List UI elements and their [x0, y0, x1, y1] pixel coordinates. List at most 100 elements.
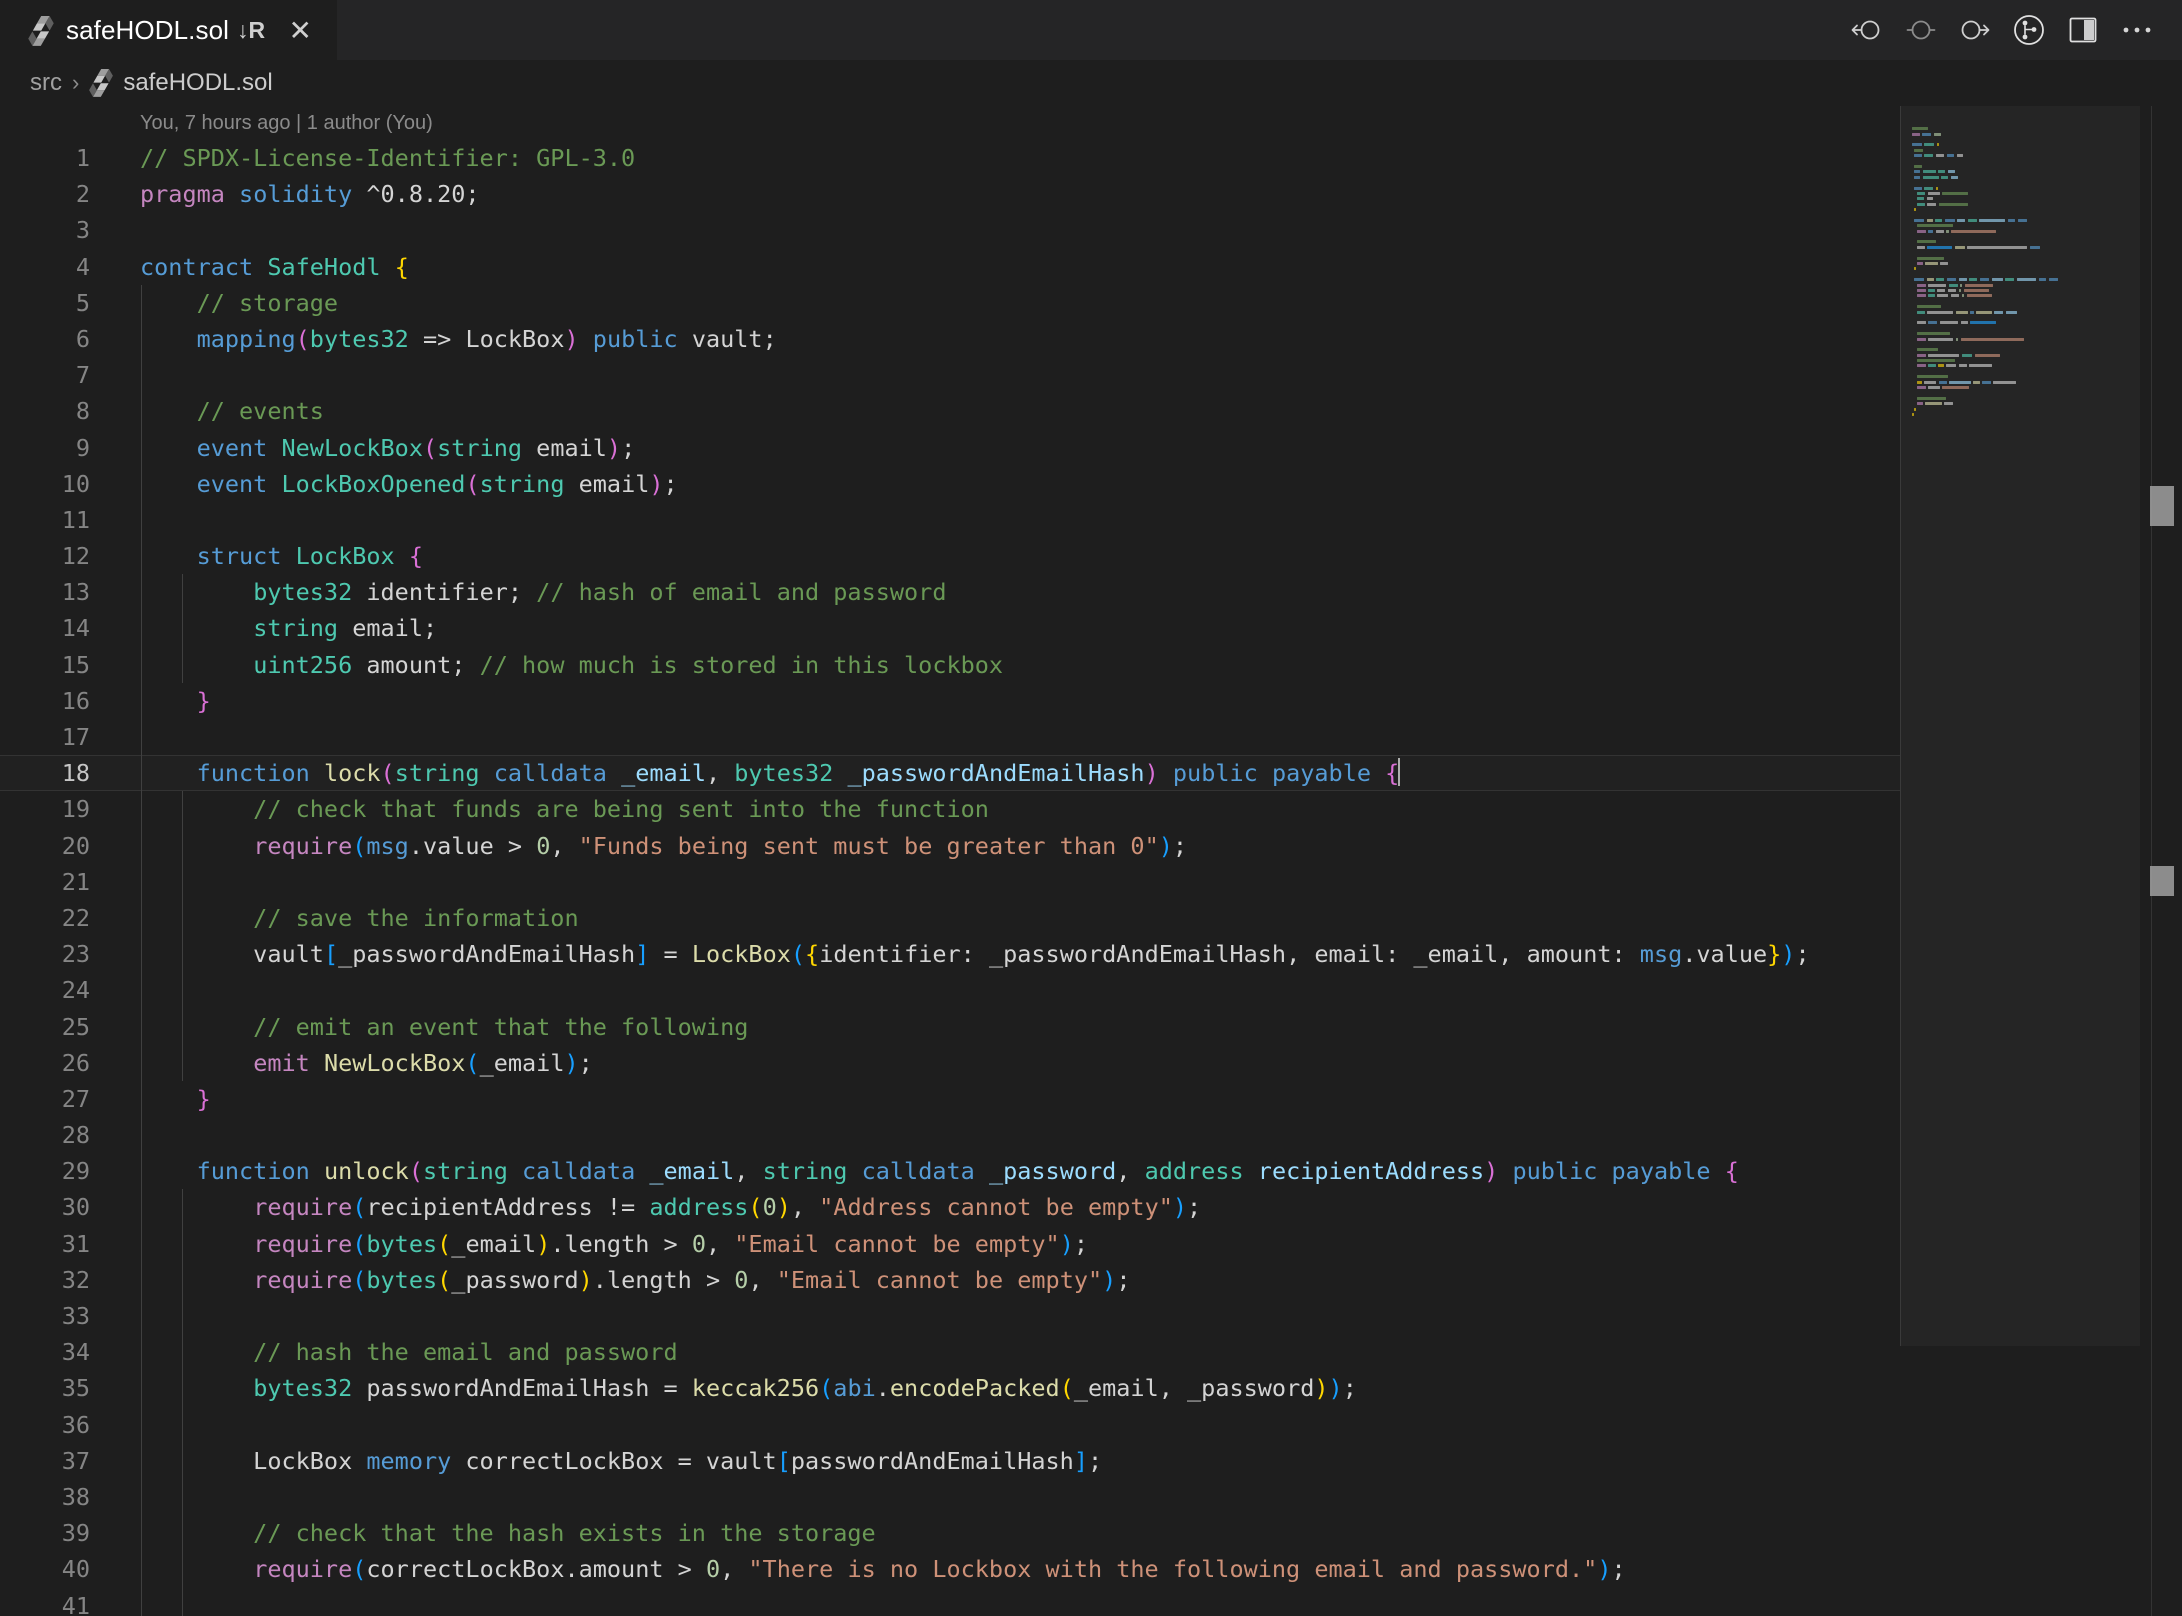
indent-guide — [141, 1587, 142, 1616]
code-line[interactable]: 1 // SPDX-License-Identifier: GPL-3.0 — [0, 140, 2182, 176]
code-line-text[interactable]: mapping(bytes32 => LockBox) public vault… — [140, 320, 2182, 358]
breadcrumb-folder[interactable]: src — [30, 69, 62, 97]
scrollbar-decoration[interactable] — [2150, 486, 2174, 526]
code-editor[interactable]: You, 7 hours ago | 1 author (You) 1 // SP… — [0, 106, 2182, 1616]
code-line-text[interactable] — [140, 357, 2182, 394]
code-line[interactable]: 23 vault[_passwordAndEmailHash] = LockBo… — [0, 936, 2182, 973]
code-line-text[interactable] — [140, 1406, 2182, 1443]
code-line[interactable]: 41 — [0, 1587, 2182, 1616]
code-line[interactable]: 6 mapping(bytes32 => LockBox) public vau… — [0, 320, 2182, 358]
more-actions-icon[interactable] — [2114, 7, 2160, 53]
code-line[interactable]: 33 — [0, 1298, 2182, 1335]
code-line-text[interactable]: uint256 amount; // how much is stored in… — [140, 646, 2182, 683]
code-line-text[interactable]: // events — [140, 393, 2182, 430]
scrollbar-decoration[interactable] — [2150, 866, 2174, 896]
code-line-text[interactable]: require(recipientAddress != address(0), … — [140, 1189, 2182, 1226]
code-line[interactable]: 10 event LockBoxOpened(string email); — [0, 465, 2182, 502]
code-line-text[interactable]: // SPDX-License-Identifier: GPL-3.0 — [140, 140, 2182, 176]
code-line-text[interactable] — [140, 212, 2182, 248]
code-line[interactable]: 38 — [0, 1478, 2182, 1516]
code-line[interactable]: 14 string email; — [0, 610, 2182, 647]
code-line[interactable]: 8 // events — [0, 393, 2182, 430]
code-line-text[interactable]: // check that the hash exists in the sto… — [140, 1515, 2182, 1552]
code-line[interactable]: 24 — [0, 972, 2182, 1009]
code-line[interactable]: 26 emit NewLockBox(_email); — [0, 1044, 2182, 1081]
code-line-text[interactable]: emit NewLockBox(_email); — [140, 1044, 2182, 1081]
current-change-icon[interactable] — [1898, 7, 1944, 53]
code-line-text[interactable]: require(bytes(_password).length > 0, "Em… — [140, 1261, 2182, 1298]
code-line[interactable]: 4 contract SafeHodl { — [0, 249, 2182, 285]
code-line-text[interactable]: struct LockBox { — [140, 538, 2182, 575]
code-line-text[interactable]: function lock(string calldata _email, by… — [140, 755, 2182, 792]
code-line[interactable]: 15 uint256 amount; // how much is stored… — [0, 646, 2182, 683]
code-line-text[interactable]: pragma solidity ^0.8.20; — [140, 176, 2182, 212]
code-line[interactable]: 32 require(bytes(_password).length > 0, … — [0, 1261, 2182, 1298]
breadcrumb-file[interactable]: safeHODL.sol — [123, 69, 272, 97]
code-line-text[interactable]: // storage — [140, 284, 2182, 321]
code-line-text[interactable]: require(correctLockBox.amount > 0, "Ther… — [140, 1551, 2182, 1588]
code-line[interactable]: 22 // save the information — [0, 899, 2182, 937]
code-line-text[interactable]: function unlock(string calldata _email, … — [140, 1153, 2182, 1190]
split-editor-icon[interactable] — [2060, 7, 2106, 53]
code-line[interactable]: 12 struct LockBox { — [0, 538, 2182, 575]
code-line-text[interactable] — [140, 972, 2182, 1009]
code-line[interactable]: 39 // check that the hash exists in the … — [0, 1515, 2182, 1552]
code-line[interactable]: 2 pragma solidity ^0.8.20; — [0, 176, 2182, 212]
code-line-text[interactable]: event NewLockBox(string email); — [140, 429, 2182, 466]
code-line[interactable]: 37 LockBox memory correctLockBox = vault… — [0, 1442, 2182, 1479]
code-line[interactable]: 17 — [0, 719, 2182, 756]
code-line-text[interactable] — [140, 1117, 2182, 1154]
code-line[interactable]: 5 // storage — [0, 284, 2182, 321]
code-line[interactable]: 9 event NewLockBox(string email); — [0, 429, 2182, 466]
minimap-slider[interactable] — [1900, 106, 2140, 1346]
code-line-text[interactable]: string email; — [140, 610, 2182, 647]
code-line[interactable]: 35 bytes32 passwordAndEmailHash = keccak… — [0, 1370, 2182, 1407]
code-line-text[interactable]: LockBox memory correctLockBox = vault[pa… — [140, 1442, 2182, 1479]
code-line[interactable]: 30 require(recipientAddress != address(0… — [0, 1189, 2182, 1226]
code-content[interactable]: 1 // SPDX-License-Identifier: GPL-3.0 2 pra… — [0, 140, 2182, 1616]
code-line[interactable]: 28 — [0, 1117, 2182, 1154]
code-line-text[interactable] — [140, 719, 2182, 756]
code-line-text[interactable] — [140, 863, 2182, 900]
code-line-text[interactable] — [140, 1587, 2182, 1616]
code-line[interactable]: 18 function lock(string calldata _email,… — [0, 755, 2182, 792]
code-line[interactable]: 29 function unlock(string calldata _emai… — [0, 1153, 2182, 1190]
previous-change-icon[interactable] — [1844, 7, 1890, 53]
code-line[interactable]: 16 } — [0, 682, 2182, 719]
minimap[interactable] — [1900, 106, 2140, 1616]
code-line-text[interactable]: } — [140, 1080, 2182, 1118]
close-icon[interactable]: ✕ — [283, 14, 317, 48]
code-line-text[interactable]: contract SafeHodl { — [140, 249, 2182, 285]
code-line[interactable]: 40 require(correctLockBox.amount > 0, "T… — [0, 1551, 2182, 1588]
code-line-text[interactable]: // check that funds are being sent into … — [140, 791, 2182, 828]
code-line[interactable]: 27 } — [0, 1080, 2182, 1118]
code-line[interactable]: 31 require(bytes(_email).length > 0, "Em… — [0, 1225, 2182, 1262]
next-change-icon[interactable] — [1952, 7, 1998, 53]
code-line-text[interactable] — [140, 1298, 2182, 1335]
code-line-text[interactable]: require(msg.value > 0, "Funds being sent… — [140, 827, 2182, 864]
code-line[interactable]: 34 // hash the email and password — [0, 1334, 2182, 1371]
code-line[interactable]: 25 // emit an event that the following — [0, 1008, 2182, 1045]
code-line-text[interactable]: bytes32 passwordAndEmailHash = keccak256… — [140, 1370, 2182, 1407]
code-line[interactable]: 11 — [0, 501, 2182, 539]
code-line-text[interactable]: vault[_passwordAndEmailHash] = LockBox({… — [140, 936, 2182, 973]
code-line-text[interactable]: // save the information — [140, 899, 2182, 937]
code-line[interactable]: 13 bytes32 identifier; // hash of email … — [0, 574, 2182, 611]
code-line[interactable]: 19 // check that funds are being sent in… — [0, 791, 2182, 828]
code-line-text[interactable]: require(bytes(_email).length > 0, "Email… — [140, 1225, 2182, 1262]
code-line-text[interactable]: // hash the email and password — [140, 1334, 2182, 1371]
code-line-text[interactable] — [140, 1478, 2182, 1516]
code-line[interactable]: 20 require(msg.value > 0, "Funds being s… — [0, 827, 2182, 864]
editor-tab-safehodl[interactable]: safeHODL.sol ↓R ✕ — [0, 0, 338, 60]
code-line-text[interactable] — [140, 501, 2182, 539]
source-control-graph-icon[interactable] — [2006, 7, 2052, 53]
code-line-text[interactable]: event LockBoxOpened(string email); — [140, 465, 2182, 502]
code-line-text[interactable]: bytes32 identifier; // hash of email and… — [140, 574, 2182, 611]
editor-scrollbar[interactable] — [2140, 106, 2182, 1616]
code-line[interactable]: 7 — [0, 357, 2182, 394]
code-line[interactable]: 3 — [0, 212, 2182, 248]
code-line[interactable]: 21 — [0, 863, 2182, 900]
code-line-text[interactable]: } — [140, 682, 2182, 719]
code-line-text[interactable]: // emit an event that the following — [140, 1008, 2182, 1045]
code-line[interactable]: 36 — [0, 1406, 2182, 1443]
